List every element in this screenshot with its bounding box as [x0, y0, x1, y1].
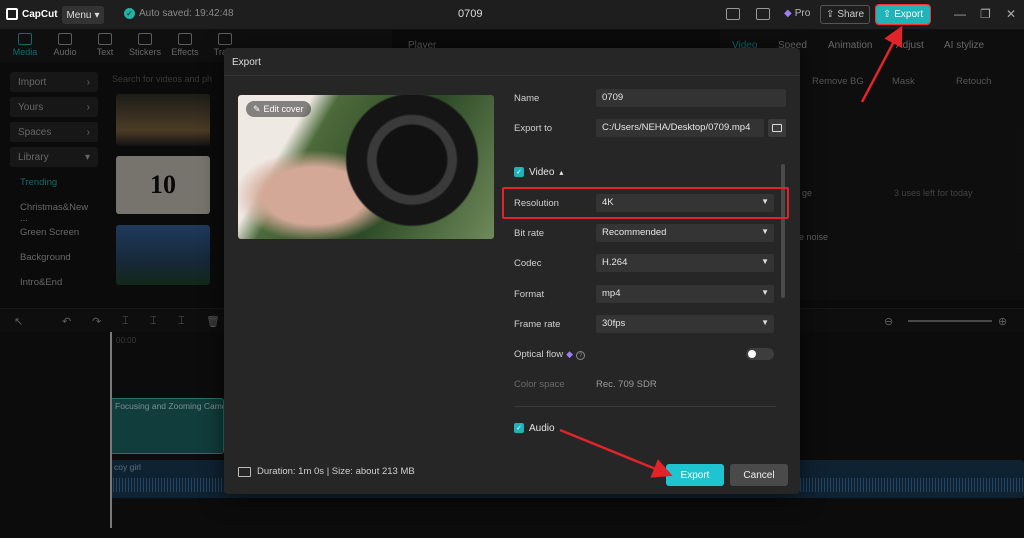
duration-info: Duration: 1m 0s | Size: about 213 MB: [238, 466, 415, 477]
codec-value: H.264: [602, 257, 628, 268]
bitrate-select[interactable]: Recommended ▼: [596, 224, 774, 242]
upload-icon: ⇧: [882, 9, 892, 20]
close-icon[interactable]: ✕: [1006, 7, 1016, 21]
diamond-icon: ◆: [784, 8, 792, 19]
video-section-label: Video: [529, 166, 555, 178]
share-button[interactable]: ⇪ Share: [820, 5, 870, 24]
name-input[interactable]: 0709: [596, 89, 786, 107]
color-space-value: Rec. 709 SDR: [596, 378, 657, 390]
audio-checkbox[interactable]: ✓: [514, 423, 524, 433]
framerate-select[interactable]: 30fps ▼: [596, 315, 774, 333]
format-label: Format: [514, 288, 545, 300]
chevron-down-icon: ▼: [761, 197, 769, 206]
export-button[interactable]: Export: [666, 464, 724, 486]
project-title: 0709: [458, 8, 483, 20]
bitrate-label: Bit rate: [514, 227, 545, 239]
dialog-footer: Duration: 1m 0s | Size: about 213 MB Exp…: [224, 458, 800, 494]
minimize-icon[interactable]: —: [954, 7, 966, 21]
pencil-icon: ✎: [253, 103, 261, 114]
bitrate-value: Recommended: [602, 227, 667, 238]
export-to-label: Export to: [514, 122, 553, 134]
app-name: CapCut: [22, 8, 58, 20]
audio-section-header[interactable]: ✓ Audio: [514, 421, 555, 435]
optical-flow-label: Optical flow ◆?: [514, 348, 586, 360]
video-section-header[interactable]: ✓ Video ▴: [514, 165, 563, 179]
diamond-icon: ◆: [566, 348, 574, 359]
autosave-text: Auto saved: 19:42:48: [139, 8, 234, 19]
info-icon[interactable]: ?: [576, 350, 586, 360]
format-value: mp4: [602, 288, 621, 299]
codec-label: Codec: [514, 257, 542, 269]
folder-icon: [772, 124, 782, 132]
share-icon: ⇪: [825, 9, 835, 20]
section-divider: [514, 406, 776, 407]
menu-label: Menu: [66, 9, 92, 21]
chevron-down-icon: ▼: [761, 227, 769, 236]
export-path-input[interactable]: C:/Users/NEHA/Desktop/0709.mp4: [596, 119, 764, 137]
menu-button[interactable]: Menu ▾: [62, 6, 104, 24]
resolution-select[interactable]: 4K ▼: [596, 194, 774, 212]
chevron-down-icon: ▼: [761, 318, 769, 327]
toggle-knob: [748, 350, 756, 358]
edit-cover-button[interactable]: ✎ Edit cover: [246, 101, 311, 117]
chevron-up-icon: ▴: [559, 167, 564, 177]
resolution-label: Resolution: [514, 197, 559, 209]
resolution-value: 4K: [602, 197, 614, 208]
chevron-down-icon: ▼: [761, 288, 769, 297]
dialog-title: Export: [224, 48, 800, 76]
optical-flow-text: Optical flow: [514, 348, 564, 360]
export-dialog: Export ✎ Edit cover Name 0709 Export to …: [224, 48, 800, 494]
export-top-button[interactable]: ⇧ Export: [875, 4, 931, 25]
layout-icon[interactable]: [726, 8, 740, 20]
video-checkbox[interactable]: ✓: [514, 167, 524, 177]
name-label: Name: [514, 92, 540, 104]
pro-badge[interactable]: ◆ Pro: [784, 8, 810, 19]
app-logo: CapCut: [6, 8, 58, 20]
duration-text: Duration: 1m 0s | Size: about 213 MB: [257, 466, 415, 477]
edit-cover-label: Edit cover: [263, 104, 304, 114]
framerate-label: Frame rate: [514, 318, 561, 330]
restore-icon[interactable]: ❐: [980, 7, 991, 21]
keyboard-icon[interactable]: [756, 8, 770, 20]
chevron-down-icon: ▾: [94, 9, 100, 21]
cancel-button[interactable]: Cancel: [730, 464, 788, 486]
chevron-down-icon: ▼: [761, 257, 769, 266]
codec-select[interactable]: H.264 ▼: [596, 254, 774, 272]
film-icon: [238, 466, 251, 477]
cover-preview[interactable]: ✎ Edit cover: [238, 95, 494, 239]
browse-folder-button[interactable]: [768, 119, 786, 137]
optical-flow-toggle[interactable]: [746, 348, 774, 360]
color-space-label: Color space: [514, 378, 565, 390]
framerate-value: 30fps: [602, 318, 626, 329]
share-label: Share: [837, 9, 865, 20]
audio-section-label: Audio: [529, 422, 555, 434]
autosave-status: ✓ Auto saved: 19:42:48: [124, 8, 234, 19]
dialog-scrollbar[interactable]: [781, 164, 785, 298]
pro-label: Pro: [794, 8, 811, 19]
capcut-logo-icon: [6, 8, 18, 20]
check-circle-icon: ✓: [124, 8, 135, 19]
format-select[interactable]: mp4 ▼: [596, 285, 774, 303]
export-top-label: Export: [894, 9, 924, 20]
title-bar: CapCut Menu ▾ ✓ Auto saved: 19:42:48 070…: [0, 0, 1024, 30]
